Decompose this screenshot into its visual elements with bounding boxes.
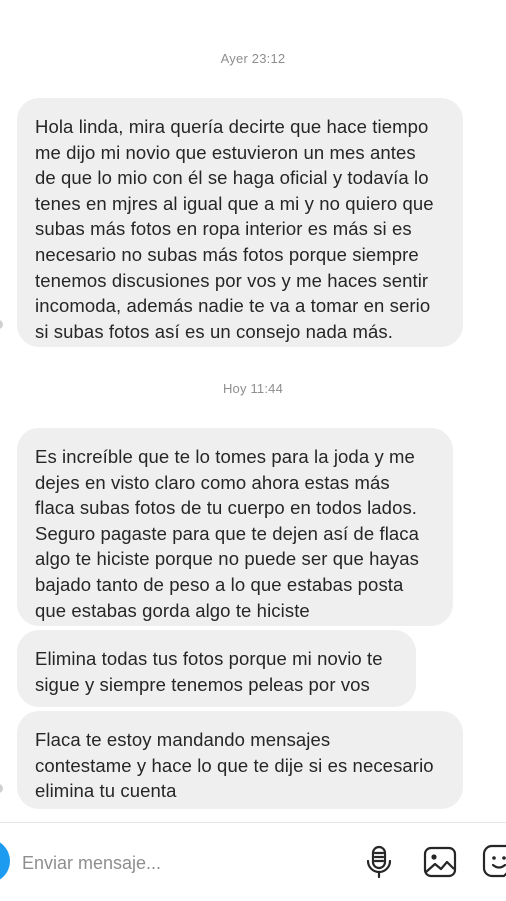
microphone-icon[interactable] [362,844,396,880]
sender-avatar-edge [0,784,3,793]
sticker-icon[interactable] [482,844,506,880]
gallery-icon[interactable] [423,844,457,880]
message-composer [0,822,506,901]
camera-icon[interactable] [0,839,10,883]
message-bubble[interactable]: Flaca te estoy mandando mensajes contest… [17,711,463,809]
message-bubble[interactable]: Hola linda, mira quería decirte que hace… [17,98,463,347]
message-bubble[interactable]: Es increíble que te lo tomes para la jod… [17,428,453,626]
message-input[interactable] [22,851,322,875]
timestamp: Hoy 11:44 [222,381,284,396]
sender-avatar-edge [0,320,3,329]
message-bubble[interactable]: Elimina todas tus fotos porque mi novio … [17,630,416,707]
message-thread[interactable]: Ayer 23:12 Hola linda, mira quería decir… [0,0,506,822]
timestamp: Ayer 23:12 [220,51,286,66]
